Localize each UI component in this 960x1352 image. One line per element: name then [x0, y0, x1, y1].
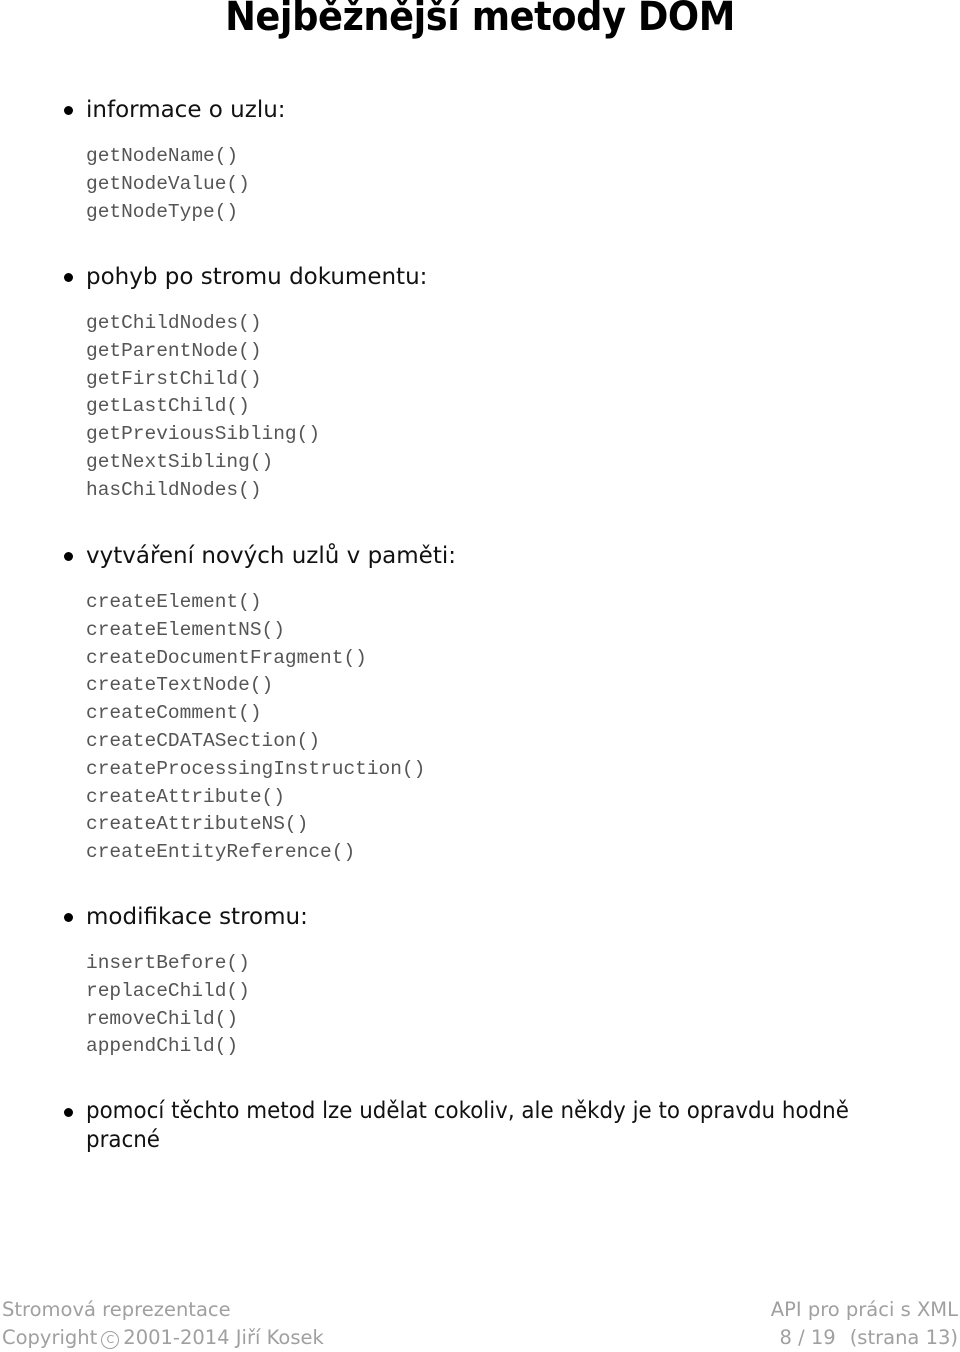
- method-list: getNodeName() getNodeValue() getNodeType…: [0, 143, 960, 226]
- section-node-creation: vytváření nových uzlů v paměti: createEl…: [0, 539, 960, 883]
- copyright-icon: C: [101, 1331, 120, 1349]
- method-item: getChildNodes(): [86, 312, 262, 334]
- slide-title: Nejběžnější metody DOM: [225, 0, 735, 40]
- bullet-item: modifikace stromu:: [0, 900, 960, 934]
- method-item: getNodeName(): [86, 145, 239, 167]
- bullet-item: pohyb po stromu dokumentu:: [0, 260, 960, 294]
- method-item: createEntityReference(): [86, 841, 356, 864]
- method-list: createElement() createElementNS() create…: [0, 589, 960, 867]
- copyright-text: 2001-2014 Jiří Kosek: [123, 1326, 324, 1349]
- slide-position: 8 / 19: [779, 1326, 836, 1349]
- section-tree-modification: modifikace stromu: insertBefore() replac…: [0, 900, 960, 1077]
- page-label: (strana 13): [849, 1326, 958, 1349]
- section-closing-note: pomocí těchto metod lze udělat cokoliv, …: [0, 1097, 960, 1157]
- method-item: createAttributeNS(): [86, 813, 309, 836]
- section-tree-navigation: pohyb po stromu dokumentu: getChildNodes…: [0, 260, 960, 521]
- method-item: createDocumentFragment(): [86, 646, 367, 669]
- method-item: createTextNode(): [86, 674, 274, 697]
- footer-right: API pro práci s XML 8 / 19 (strana 13): [771, 1296, 958, 1352]
- method-item: createElement(): [86, 591, 262, 613]
- method-item: createProcessingInstruction(): [86, 757, 426, 780]
- bullet-icon: [64, 913, 73, 922]
- method-item: getLastChild(): [86, 395, 250, 418]
- closing-text: pomocí těchto metod lze udělat cokoliv, …: [86, 1098, 849, 1153]
- method-item: getNextSibling(): [86, 450, 274, 473]
- footer-chapter-name: API pro práci s XML: [770, 1298, 958, 1321]
- method-list: insertBefore() replaceChild() removeChil…: [0, 950, 960, 1061]
- bullet-item: pomocí těchto metod lze udělat cokoliv, …: [0, 1097, 960, 1157]
- bullet-icon: [64, 552, 73, 561]
- method-item: getPreviousSibling(): [86, 423, 321, 446]
- section-heading: vytváření nových uzlů v paměti:: [86, 543, 456, 569]
- method-item: createComment(): [86, 702, 262, 725]
- method-item: getNodeType(): [86, 200, 239, 223]
- bullet-item: informace o uzlu:: [0, 93, 960, 127]
- method-item: getParentNode(): [86, 339, 262, 362]
- bullet-icon: [64, 273, 73, 282]
- method-item: createElementNS(): [86, 618, 285, 641]
- method-item: createAttribute(): [86, 785, 285, 808]
- section-node-info: informace o uzlu: getNodeName() getNodeV…: [0, 93, 960, 242]
- section-heading: modifikace stromu:: [86, 904, 308, 930]
- method-item: hasChildNodes(): [86, 478, 262, 501]
- footer-section-name: Stromová reprezentace: [2, 1298, 231, 1321]
- copyright-label: Copyright: [2, 1326, 98, 1349]
- footer-left: Stromová reprezentace Copyright C 2001-201…: [2, 1296, 324, 1352]
- method-item: insertBefore(): [86, 952, 250, 974]
- bullet-icon: [64, 1108, 73, 1117]
- section-heading: pohyb po stromu dokumentu:: [86, 264, 428, 290]
- method-item: removeChild(): [86, 1007, 239, 1030]
- bullet-item: vytváření nových uzlů v paměti:: [0, 539, 960, 573]
- method-item: replaceChild(): [86, 979, 250, 1002]
- method-item: getNodeValue(): [86, 172, 250, 195]
- method-list: getChildNodes() getParentNode() getFirst…: [0, 310, 960, 505]
- bullet-icon: [64, 106, 73, 115]
- section-heading: informace o uzlu:: [86, 97, 286, 123]
- method-item: createCDATASection(): [86, 729, 321, 752]
- method-item: getFirstChild(): [86, 367, 262, 390]
- method-item: appendChild(): [86, 1035, 239, 1058]
